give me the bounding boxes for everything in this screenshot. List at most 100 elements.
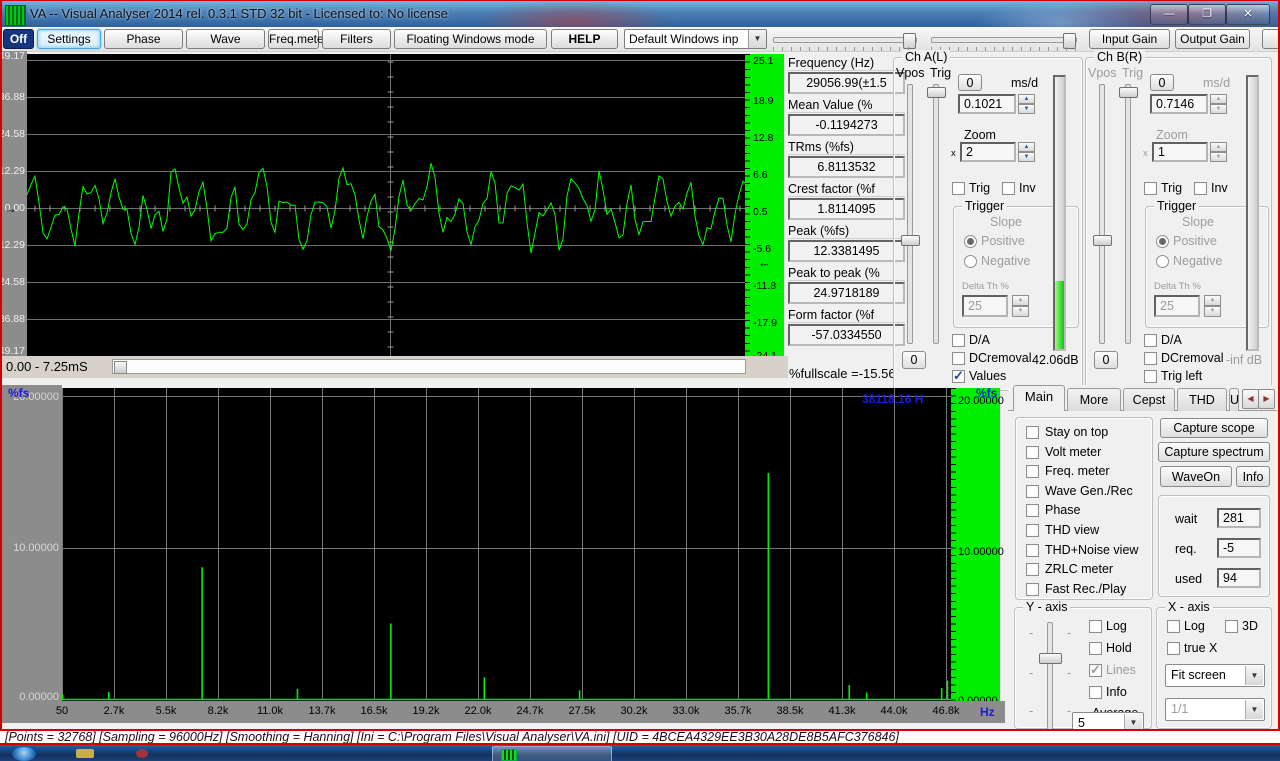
zoom-spinner[interactable]: ▲ ▼ <box>1210 142 1227 162</box>
checkbox-volt-meter[interactable] <box>1026 445 1039 459</box>
zoom-field[interactable]: 2 <box>960 142 1016 162</box>
capture-scope-button[interactable]: Capture scope <box>1160 418 1268 438</box>
checkbox-phase[interactable] <box>1026 504 1039 518</box>
slider-thumb[interactable] <box>1093 235 1112 246</box>
ms-per-div-spinner[interactable]: ▲ ▼ <box>1018 94 1035 114</box>
ratio-select[interactable]: 1/1 ▼ <box>1165 698 1265 721</box>
start-orb-icon[interactable] <box>12 747 36 761</box>
fit-screen-select[interactable]: Fit screen ▼ <box>1165 664 1265 687</box>
x-truex-label: true X <box>1184 641 1218 655</box>
trig-zero-button[interactable]: 0 <box>902 351 926 369</box>
slider-thumb[interactable] <box>1119 87 1138 98</box>
delta-th-spinner[interactable]: ▲ ▼ <box>1204 295 1221 317</box>
x-truex-checkbox[interactable] <box>1167 642 1180 655</box>
checkbox-fast-rec-play[interactable] <box>1026 582 1039 596</box>
trig-slider[interactable] <box>1119 84 1138 344</box>
delta-th-field[interactable]: 25 <box>962 295 1008 317</box>
app-icon[interactable] <box>136 749 148 758</box>
vpos-slider[interactable] <box>1093 84 1112 344</box>
checkbox-freq-meter[interactable] <box>1026 465 1039 479</box>
y-hold-label: Hold <box>1106 641 1132 655</box>
settings-button[interactable]: Settings <box>37 29 101 49</box>
tab-more[interactable]: More <box>1067 388 1121 411</box>
spectrum-x-label: 46.8k <box>932 705 960 717</box>
delta-th-spinner[interactable]: ▲ ▼ <box>1012 295 1029 317</box>
output-gain-slider[interactable] <box>931 33 1077 49</box>
folder-icon[interactable] <box>76 749 94 758</box>
delta-th-field[interactable]: 25 <box>1154 295 1200 317</box>
checkbox-stay-on-top[interactable] <box>1026 426 1039 439</box>
x-log-checkbox[interactable] <box>1167 620 1180 633</box>
y-scale-slider[interactable] <box>1039 622 1062 730</box>
ms-per-div-field[interactable]: 0.7146 <box>1150 94 1208 114</box>
slope-positive-radio[interactable] <box>964 235 977 248</box>
maximize-button[interactable]: ❐ <box>1188 4 1226 25</box>
capture-spectrum-button[interactable]: Capture spectrum <box>1158 442 1270 462</box>
input-gain-button[interactable]: Input Gain <box>1089 29 1170 49</box>
wait-label: wait <box>1175 512 1198 526</box>
tab-thd[interactable]: THD <box>1177 388 1227 411</box>
y-log-checkbox[interactable] <box>1089 620 1102 633</box>
slope-positive-radio[interactable] <box>1156 235 1169 248</box>
da-checkbox[interactable] <box>952 334 965 347</box>
ms-per-div-spinner[interactable]: ▲ ▼ <box>1210 94 1227 114</box>
level-db-readout: 42.06dB <box>1032 353 1079 367</box>
x-3d-checkbox[interactable] <box>1225 620 1238 633</box>
tab-main[interactable]: Main <box>1013 385 1065 411</box>
slope-negative-radio[interactable] <box>1156 255 1169 268</box>
dcremoval-checkbox[interactable] <box>952 352 965 365</box>
checkbox-zrlc-meter[interactable] <box>1026 563 1039 577</box>
slope-negative-radio[interactable] <box>964 255 977 268</box>
floating-windows-button[interactable]: Floating Windows mode <box>394 29 547 49</box>
slider-thumb[interactable] <box>901 235 920 246</box>
delta-th-label: Delta Th % <box>962 281 1009 292</box>
y-hold-checkbox[interactable] <box>1089 642 1102 655</box>
checkbox-wave-gen-rec[interactable] <box>1026 484 1039 498</box>
checkbox-thd-noise-view[interactable] <box>1026 543 1039 557</box>
tab-scroll-left-icon[interactable]: ◀ <box>1242 389 1259 409</box>
ms-per-div-field[interactable]: 0.1021 <box>958 94 1016 114</box>
zoom-field[interactable]: 1 <box>1152 142 1208 162</box>
slider-thumb[interactable] <box>1039 653 1062 664</box>
scrollbar-thumb[interactable] <box>114 361 127 374</box>
tab-scroll-right-icon[interactable]: ▶ <box>1258 389 1275 409</box>
minimize-button[interactable]: — <box>1150 4 1188 25</box>
taskbar-active-app[interactable] <box>492 746 612 761</box>
checkbox-label-freq-meter: Freq. meter <box>1045 464 1110 479</box>
dcremoval-checkbox[interactable] <box>1144 352 1157 365</box>
trig-checkbox[interactable] <box>952 182 965 195</box>
checkbox-thd-view[interactable] <box>1026 524 1039 537</box>
values-checkbox[interactable] <box>952 368 965 384</box>
y-info-checkbox[interactable] <box>1089 686 1102 699</box>
vpos-zero-button[interactable]: 0 <box>958 74 982 91</box>
off-button[interactable]: Off <box>3 29 34 49</box>
wave-button[interactable]: Wave <box>186 29 265 49</box>
info-button[interactable]: Info <box>1236 466 1270 487</box>
input-gain-slider[interactable] <box>773 33 917 49</box>
tab-cepst[interactable]: Cepst <box>1123 388 1175 411</box>
ms-per-div-label: ms/d <box>1203 76 1231 90</box>
vpos-zero-button[interactable]: 0 <box>1150 74 1174 91</box>
help-button[interactable]: HELP <box>551 29 618 49</box>
tab-u[interactable]: U <box>1229 388 1239 411</box>
trig-left-checkbox[interactable] <box>1144 370 1157 383</box>
trig-slider[interactable] <box>927 84 946 344</box>
trig-zero-button[interactable]: 0 <box>1094 351 1118 369</box>
zoom-spinner[interactable]: ▲ ▼ <box>1018 142 1035 162</box>
wave-on-button[interactable]: WaveOn <box>1160 466 1232 487</box>
filters-button[interactable]: Filters <box>322 29 391 49</box>
zoom-label: Zoom <box>964 128 996 142</box>
output-gain-button[interactable]: Output Gain <box>1175 29 1250 49</box>
trig-checkbox[interactable] <box>1144 182 1157 195</box>
scope-scrollbar[interactable] <box>112 359 746 374</box>
phase-button[interactable]: Phase <box>104 29 183 49</box>
vpos-slider[interactable] <box>901 84 920 344</box>
close-button[interactable]: ✕ <box>1226 4 1270 25</box>
slider-thumb[interactable] <box>927 87 946 98</box>
da-checkbox[interactable] <box>1144 334 1157 347</box>
inv-checkbox[interactable] <box>1002 182 1015 195</box>
inv-checkbox[interactable] <box>1194 182 1207 195</box>
y-lines-checkbox[interactable] <box>1089 662 1102 678</box>
freq-meter-button[interactable]: Freq.meter <box>268 29 328 49</box>
input-device-select[interactable]: Default Windows inp ▼ <box>624 29 767 49</box>
